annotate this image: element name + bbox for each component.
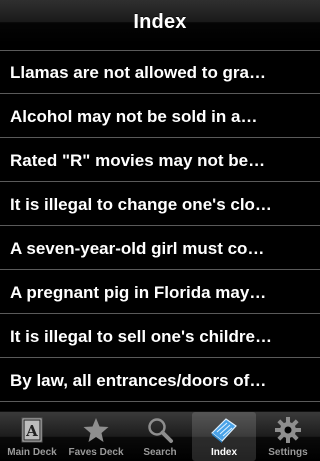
list-item[interactable]: Alcohol may not be sold in a… — [0, 95, 320, 138]
tab-search[interactable]: Search — [128, 412, 192, 461]
list-item[interactable]: By law, all entrances/doors of… — [0, 359, 320, 402]
letter-a-card-icon: A — [17, 415, 47, 445]
list-item[interactable]: A pregnant pig in Florida may… — [0, 271, 320, 314]
list-item-label: By law, all entrances/doors of… — [10, 371, 267, 390]
navigation-bar: Index — [0, 0, 320, 45]
list-item-label: It is illegal to sell one's childre… — [10, 327, 272, 346]
list-item[interactable]: Llamas are not allowed to gra… — [0, 51, 320, 94]
tab-main-deck[interactable]: A Main Deck — [0, 412, 64, 461]
star-icon — [81, 415, 111, 445]
book-icon — [209, 415, 239, 445]
tab-index[interactable]: Index — [192, 412, 256, 461]
list-item[interactable]: Rated "R" movies may not be… — [0, 139, 320, 182]
list-item-label: A pregnant pig in Florida may… — [10, 283, 267, 302]
list-item[interactable]: It is illegal to change one's clo… — [0, 183, 320, 226]
list-item-label: A seven-year-old girl must co… — [10, 239, 265, 258]
list-item-label: Llamas are not allowed to gra… — [10, 63, 267, 82]
svg-text:A: A — [25, 422, 38, 440]
tab-label: Search — [143, 447, 177, 458]
tab-label: Index — [210, 447, 238, 458]
list-item-label: Rated "R" movies may not be… — [10, 151, 266, 170]
list-item-label: Alcohol may not be sold in a… — [10, 107, 258, 126]
list-item[interactable]: A seven-year-old girl must co… — [0, 227, 320, 270]
list-item[interactable]: It is illegal to sell one's childre… — [0, 315, 320, 358]
tab-label: Faves Deck — [68, 447, 124, 458]
tab-settings[interactable]: Settings — [256, 412, 320, 461]
list-item-label: It is illegal to change one's clo… — [10, 195, 272, 214]
index-list: Llamas are not allowed to gra… Alcohol m… — [0, 44, 320, 410]
magnifier-icon — [145, 415, 175, 445]
tab-label: Settings — [268, 447, 308, 458]
tab-label: Main Deck — [7, 447, 57, 458]
tab-bar: A Main Deck Faves Deck Search Index Sett… — [0, 411, 320, 461]
gear-icon — [273, 415, 303, 445]
tab-faves-deck[interactable]: Faves Deck — [64, 412, 128, 461]
page-title: Index — [133, 10, 187, 33]
